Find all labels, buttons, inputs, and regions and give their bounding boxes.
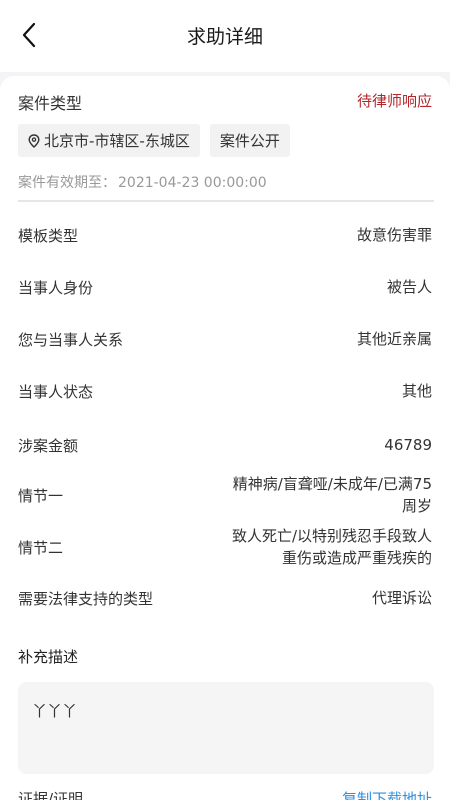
detail-value: 46789: [384, 436, 432, 454]
detail-label: 情节二: [18, 538, 64, 557]
supplement-title: 补充描述: [18, 648, 79, 666]
detail-row-amount: 涉案金额 46789: [18, 430, 432, 460]
case-type-label: 案件类型: [18, 94, 83, 113]
page-title: 求助详细: [186, 26, 263, 48]
validity-label: 案件有效期至：: [18, 175, 116, 191]
detail-row-support-type: 需要法律支持的类型 代理诉讼: [18, 583, 432, 613]
copy-download-link[interactable]: 复制下载地址: [342, 788, 432, 800]
detail-row-circumstance-one: 情节一 精神病/盲聋哑/未成年/已满75周岁: [18, 470, 432, 520]
detail-label: 您与当事人关系: [18, 330, 124, 349]
detail-value: 精神病/盲聋哑/未成年/已满75周岁: [232, 475, 432, 515]
status-badge: 待律师响应: [356, 92, 432, 110]
detail-value: 致人死亡/以特别残忍手段致人重伤或造成严重残疾的: [231, 527, 432, 567]
detail-label: 情节一: [18, 486, 64, 505]
detail-value: 其他: [401, 382, 432, 400]
detail-label: 涉案金额: [18, 436, 79, 455]
validity-text: 案件有效期至： 2021-04-23 00:00:00: [18, 172, 267, 192]
detail-row-circumstance-two: 情节二 致人死亡/以特别残忍手段致人重伤或造成严重残疾的: [18, 522, 432, 572]
top-navigation-bar: 求助详细: [0, 0, 450, 72]
case-detail-card: 案件类型 待律师响应 北京市-市辖区-东城区 案件公开 案件有效期至： 2021-…: [0, 76, 450, 800]
visibility-tag: 案件公开: [209, 124, 290, 157]
evidence-label: 证据/证明: [18, 790, 84, 800]
validity-date: 2021-04-23 00:00:00: [118, 175, 267, 191]
detail-value: 代理诉讼: [371, 589, 432, 607]
supplement-description: 丫丫丫: [18, 682, 434, 774]
location-pin-icon: [28, 133, 40, 148]
location-tag: 北京市-市辖区-东城区: [18, 124, 200, 157]
detail-row-party-status: 当事人状态 其他: [18, 376, 432, 406]
detail-value: 被告人: [386, 278, 432, 296]
detail-value: 故意伤害罪: [356, 226, 432, 244]
detail-label: 需要法律支持的类型: [18, 589, 154, 608]
evidence-row: 证据/证明 复制下载地址: [18, 788, 432, 800]
case-tags: 北京市-市辖区-东城区 案件公开: [18, 124, 290, 158]
detail-value: 其他近亲属: [356, 330, 432, 348]
divider: [18, 200, 434, 202]
detail-row-template-type: 模板类型 故意伤害罪: [18, 220, 432, 250]
detail-label: 模板类型: [18, 226, 79, 245]
detail-label: 当事人状态: [18, 382, 94, 401]
case-header-row: 案件类型 待律师响应: [18, 90, 432, 114]
detail-row-relationship: 您与当事人关系 其他近亲属: [18, 324, 432, 354]
detail-row-party-identity: 当事人身份 被告人: [18, 272, 432, 302]
detail-label: 当事人身份: [18, 278, 94, 297]
location-text: 北京市-市辖区-东城区: [44, 132, 190, 150]
